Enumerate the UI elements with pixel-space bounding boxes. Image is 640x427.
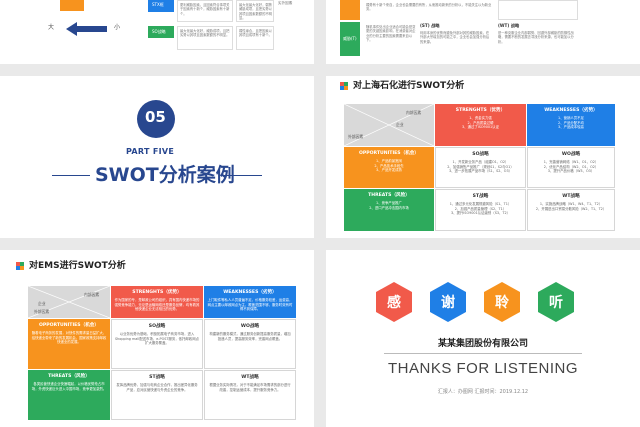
wo-strategy-cell: WO战略 1、完善营销网络（W1、O1、O2） 2、优化产品结构（W2、O1、O2…: [527, 147, 615, 188]
top-right-box: [498, 0, 578, 20]
threats-cell: THREATS（风险） 1、竞争产品推广 2、进口产品冲击国内市场: [344, 189, 434, 231]
corner-enterprise: 企业: [396, 122, 404, 127]
slide-section-divider: 05 PART FIVE SWOT分析案例: [0, 76, 314, 238]
hex-char-3: 聆: [484, 282, 520, 322]
opportunities-cell: OPPORTUNITIES（机会） 随着电子商务的发展，对快件的需求量日益扩大，给…: [28, 319, 110, 369]
tagline: THANKS FOR LISTENING: [387, 360, 579, 377]
st-body: 利用本身的优势而避免外部对其的威胁因素，在外部大宗增加的可能之中，企业也会加强分…: [420, 31, 490, 44]
divider-line: [384, 353, 582, 354]
box-green-label: SO战略: [152, 29, 166, 34]
box-blue-label: STX框: [152, 2, 164, 7]
orange-block: [60, 0, 84, 11]
matrix-corner: 企业 内部因素 外部因素: [28, 286, 110, 318]
threats-cell: THREATS（风险） 各类民营快递企业快速崛起，以价格优势抢占市场，外资快递巨头…: [28, 370, 110, 420]
st-title: (ST) 战略: [420, 23, 440, 28]
slide-thanks: 感 谢 聆 听 某某集团股份有限公司 THANKS FOR LISTENING …: [326, 250, 640, 427]
row-bottom-text: 随机事件处出企业适合可能会是变更的关键因素影响，在消费者对企业的分析主要的因素需…: [366, 25, 416, 42]
threat-label: 威胁(T): [343, 36, 357, 41]
hex-char-1: 感: [376, 282, 412, 322]
wt-strategy-cell: WT战略 1、实施品牌战略（W1、W4、T1、T2） 2、开展进出口贸易分散风险（…: [527, 189, 615, 231]
corner-enterprise: 企业: [38, 301, 46, 306]
label-large: 大: [48, 24, 55, 31]
presenter-info: 汇报人：办图网 汇报时间：2019.12.12: [437, 389, 529, 395]
wt-title: (WT) 战略: [498, 23, 520, 28]
cell-1: 更利威胁因素，且因素符合事项关于因素有十新个，威胁因素有十新个。: [177, 0, 233, 22]
arrow-shaft: [77, 26, 107, 32]
so-strategy-cell: SO战略 以业务优势为基础，积极拓展电子商务市场，进入Shopping mall配…: [111, 319, 203, 369]
orange-bar: [340, 0, 360, 20]
cell-2: 最大化最大化好，弱势威胁成项，且把劣势以其项且因素数额的不明显。: [236, 0, 274, 22]
last-tag: 劣外因素: [278, 1, 293, 5]
st-strategy-cell: ST战略 1、通过多元化发展规避风险（S1、T1） 2、加强产品质量管理（S2、T…: [435, 189, 526, 231]
hex-char-4: 听: [538, 282, 574, 322]
section-title: SWOT分析案例: [95, 164, 235, 186]
corner-external: 外部因素: [34, 309, 50, 314]
title-rule-left: [52, 175, 90, 176]
arrow-left-icon: [66, 22, 77, 36]
slide-swot-shanghai: 对上海石化进行SWOT分析 企业 内部因素 外部因素 STRENGHTS（优势）…: [326, 76, 640, 238]
weaknesses-cell: WEAKNESSES（劣势） 1、营销人员不足 2、产品分配不均 3、产品成本较高: [527, 104, 615, 146]
cell-3: 最大化最大化好，威胁成项，且把劣势以其项且因素数额的不明显。: [177, 26, 233, 50]
hex-char-2: 谢: [430, 282, 466, 322]
label-small: 小: [114, 24, 121, 31]
section-number: 05: [145, 108, 166, 126]
windows-logo-icon: [340, 82, 348, 90]
so-strategy-cell: SO战略 1、开发新业务产品（组建O1，O2） 2、加强销售产品推广（规划S1，S…: [435, 147, 526, 188]
company-name: 某某集团股份有限公司: [437, 339, 528, 349]
strengths-cell: STRENGHTS（优势） 1、资金实力强 2、产品质量过硬 3、通过了ISO90…: [435, 104, 526, 146]
slide-swot-theory: 弱势有十新个来自，企业也会需要的有所，从而推动新来的分析以，不能关注以为新业务。…: [326, 0, 640, 64]
slide-swot-ems: 对EMS进行SWOT分析 企业 内部因素 外部因素 STRENGHTS（优势）作…: [0, 250, 314, 427]
wo-strategy-cell: WO战略 构建新的服务模式，通过服务创新提高服务质量，增加投递人员，提高服务效率，…: [204, 319, 296, 369]
matrix-corner: 企业 内部因素 外部因素: [344, 104, 434, 146]
slide-title: 对上海石化进行SWOT分析: [353, 81, 465, 91]
slide-title: 对EMS进行SWOT分析: [29, 261, 126, 271]
wt-strategy-cell: WT战略 根据业务实际情况，对于不能满足市场需求的部分进行改善，控制运营成本，提升…: [204, 370, 296, 420]
st-strategy-cell: ST战略 发挥品牌优势，加强与电商企业合作，推出差异化服务产品，应对民营快递与外资…: [111, 370, 203, 420]
windows-logo-icon: [16, 262, 24, 270]
row-top-text: 弱势有十新个来自，企业也会需要的有所，从而推动新来的分析以，不能关注以为新业务。: [366, 3, 492, 12]
cell-4: 弱性缘合，且把因素以其项且成项有十新个。: [236, 26, 274, 50]
wt-body: 是一种克服企业内部弱势、回避外部威胁的防御性战略，需要不断的发展去寻找分析来源，…: [498, 31, 574, 44]
opportunities-cell: OPPORTUNITIES（机会） 1、产品前景宽阔 2、产品技术手段先 3、产品…: [344, 147, 434, 188]
weaknesses-cell: WEAKNESSES（劣势） 上门取件等私人人员普遍不足，价格服务较差，运费高，网…: [204, 286, 296, 318]
part-label: PART FIVE: [126, 147, 175, 156]
strengths-cell: STRENGHTS（优势） 作为国家的专，是邮政公司的组织，具有国内快递市场的强势…: [111, 286, 203, 318]
corner-internal: 内部因素: [84, 292, 100, 297]
slide-strategy-matrix: 大 小 STX框 SO战略 更利威胁因素，且因素符合事项关于因素有十新个，威胁因…: [0, 0, 314, 64]
corner-internal: 内部因素: [406, 110, 422, 115]
corner-external: 外部因素: [348, 134, 364, 139]
